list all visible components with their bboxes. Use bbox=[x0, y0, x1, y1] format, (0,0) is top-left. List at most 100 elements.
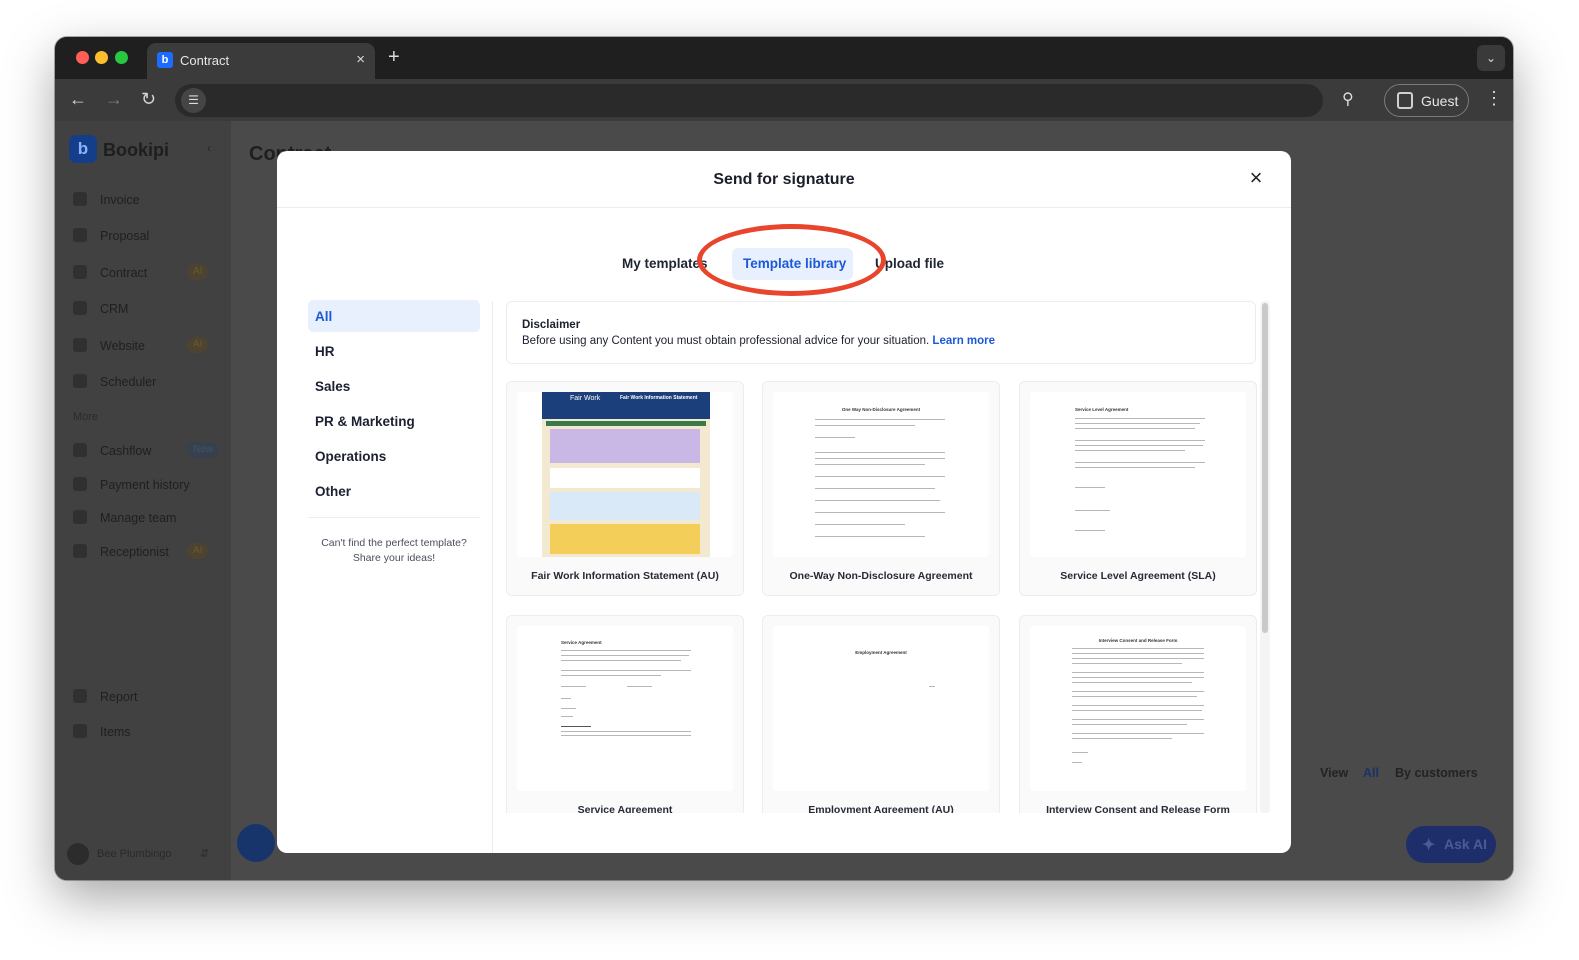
document-line bbox=[1072, 691, 1204, 692]
scrollbar-thumb[interactable] bbox=[1262, 303, 1268, 633]
divider bbox=[308, 517, 480, 518]
guest-profile-button[interactable]: Guest bbox=[1384, 84, 1469, 117]
sidebar-item-label: Payment history bbox=[100, 478, 190, 492]
site-settings-icon[interactable]: ☰ bbox=[181, 88, 206, 113]
sidebar-item-manage-team[interactable]: Manage team bbox=[73, 508, 223, 528]
proposal-icon bbox=[73, 228, 87, 242]
document-line bbox=[1075, 510, 1110, 511]
category-label: HR bbox=[315, 344, 335, 359]
sidebar-item-crm[interactable]: CRM bbox=[73, 299, 223, 319]
document-line bbox=[1072, 663, 1182, 664]
category-sales[interactable]: Sales bbox=[308, 370, 480, 402]
disclaimer-body: Before using any Content you must obtain… bbox=[522, 335, 930, 347]
document-line bbox=[815, 437, 855, 438]
document-title: Interview Consent and Release Form bbox=[1098, 638, 1178, 643]
document-line bbox=[815, 425, 915, 426]
template-card-service-agreement[interactable]: Service Agreement Service Agreement bbox=[506, 615, 744, 813]
collapse-sidebar-icon[interactable]: ‹ bbox=[207, 141, 211, 155]
document-line bbox=[815, 536, 925, 537]
document-line bbox=[561, 655, 689, 656]
tab-search-button[interactable]: ⌄ bbox=[1477, 45, 1505, 71]
document-line bbox=[561, 670, 691, 671]
view-all-toggle[interactable]: All bbox=[1363, 766, 1379, 780]
template-card-interview-consent[interactable]: Interview Consent and Release Form Inter… bbox=[1019, 615, 1257, 813]
disclaimer-box: Disclaimer Before using any Content you … bbox=[506, 301, 1256, 364]
template-card-employment[interactable]: Employment Agreement Employment Agreemen… bbox=[762, 615, 1000, 813]
document-line bbox=[1072, 682, 1192, 683]
cashflow-icon bbox=[73, 443, 87, 457]
brand-name: Bookipi bbox=[103, 140, 169, 160]
sidebar-item-label: Cashflow bbox=[100, 444, 152, 458]
disclaimer-text: Before using any Content you must obtain… bbox=[522, 335, 995, 347]
document-line bbox=[1072, 653, 1204, 654]
user-switcher[interactable]: Bee Plumbingo ⇵ bbox=[67, 843, 217, 865]
category-all[interactable]: All bbox=[308, 300, 480, 332]
sidebar-item-cashflow[interactable]: Cashflow New bbox=[73, 441, 223, 461]
document-line bbox=[1075, 418, 1205, 419]
ask-ai-label: Ask AI bbox=[1444, 836, 1488, 852]
new-tab-button[interactable]: + bbox=[388, 46, 400, 69]
document-panel bbox=[550, 468, 700, 488]
sidebar-item-label: CRM bbox=[100, 302, 129, 316]
guest-label: Guest bbox=[1421, 93, 1459, 109]
document-line bbox=[561, 731, 691, 732]
sidebar-item-website[interactable]: Website AI bbox=[73, 336, 223, 356]
sidebar-item-label: Scheduler bbox=[100, 375, 157, 389]
document-line bbox=[1072, 705, 1204, 706]
tab-label: My templates bbox=[622, 256, 708, 271]
share-ideas-text: Share your ideas! bbox=[352, 552, 436, 564]
template-card-sla[interactable]: Service Level Agreement Service Level Ag… bbox=[1019, 381, 1257, 596]
view-by-customers-toggle[interactable]: By customers bbox=[1395, 766, 1478, 780]
category-pr-marketing[interactable]: PR & Marketing bbox=[308, 405, 480, 437]
document-line bbox=[561, 716, 573, 717]
document-line bbox=[1072, 648, 1204, 649]
sidebar-item-label: Invoice bbox=[100, 193, 140, 207]
zoom-icon[interactable]: ⚲ bbox=[1342, 89, 1354, 109]
minimize-window-button[interactable] bbox=[95, 51, 108, 64]
sidebar-item-proposal[interactable]: Proposal bbox=[73, 226, 223, 246]
sidebar-item-report[interactable]: Report bbox=[73, 687, 223, 707]
learn-more-link[interactable]: Learn more bbox=[932, 335, 995, 347]
category-operations[interactable]: Operations bbox=[308, 440, 480, 472]
category-label: All bbox=[315, 309, 333, 324]
category-label: Operations bbox=[315, 449, 387, 464]
document-line bbox=[1075, 440, 1205, 441]
back-arrow-icon[interactable]: ← bbox=[69, 89, 87, 110]
sidebar-item-payment-history[interactable]: Payment history bbox=[73, 475, 223, 495]
document-line bbox=[1075, 487, 1105, 488]
template-name: Interview Consent and Release Form bbox=[1046, 804, 1230, 813]
category-other[interactable]: Other bbox=[308, 475, 480, 507]
vertical-divider bbox=[492, 301, 493, 853]
document-line bbox=[1072, 696, 1197, 697]
address-bar[interactable]: ☰ bbox=[175, 84, 1323, 117]
document-line bbox=[561, 726, 591, 727]
reload-icon[interactable]: ↻ bbox=[141, 89, 156, 110]
tab-my-templates[interactable]: My templates bbox=[614, 248, 708, 280]
sidebar-item-scheduler[interactable]: Scheduler bbox=[73, 372, 223, 392]
document-header-band: Fair Work Fair Work Information Statemen… bbox=[542, 392, 710, 419]
forward-arrow-icon[interactable]: → bbox=[105, 89, 123, 110]
tab-close-icon[interactable]: × bbox=[356, 51, 365, 68]
highlight-ring bbox=[697, 224, 886, 296]
maximize-window-button[interactable] bbox=[115, 51, 128, 64]
browser-tab[interactable]: b Contract × bbox=[147, 43, 375, 79]
browser-menu-icon[interactable]: ⋮ bbox=[1485, 88, 1503, 109]
document-line bbox=[1072, 672, 1204, 673]
chat-support-icon[interactable] bbox=[237, 824, 275, 862]
template-card-fair-work[interactable]: Fair Work Fair Work Information Statemen… bbox=[506, 381, 744, 596]
browser-toolbar: ← → ↻ ☰ ⚲ Guest ⋮ bbox=[55, 79, 1513, 121]
sidebar-item-items[interactable]: Items bbox=[73, 722, 223, 742]
document-title: Service Agreement bbox=[561, 640, 602, 645]
close-window-button[interactable] bbox=[76, 51, 89, 64]
ask-ai-button[interactable]: ✦ Ask AI bbox=[1406, 826, 1496, 863]
close-icon[interactable]: × bbox=[1243, 165, 1269, 191]
payment-history-icon bbox=[73, 477, 87, 491]
template-card-nda[interactable]: One Way Non-Disclosure Agreement One-Way… bbox=[762, 381, 1000, 596]
sidebar-item-contract[interactable]: Contract AI bbox=[73, 263, 223, 283]
sidebar-item-receptionist[interactable]: Receptionist AI bbox=[73, 542, 223, 562]
share-ideas-link[interactable]: Can't find the perfect template? Share y… bbox=[308, 536, 480, 566]
bookipi-logo-icon: b bbox=[69, 135, 97, 163]
sidebar-item-invoice[interactable]: Invoice bbox=[73, 190, 223, 210]
avatar bbox=[67, 843, 89, 865]
category-hr[interactable]: HR bbox=[308, 335, 480, 367]
